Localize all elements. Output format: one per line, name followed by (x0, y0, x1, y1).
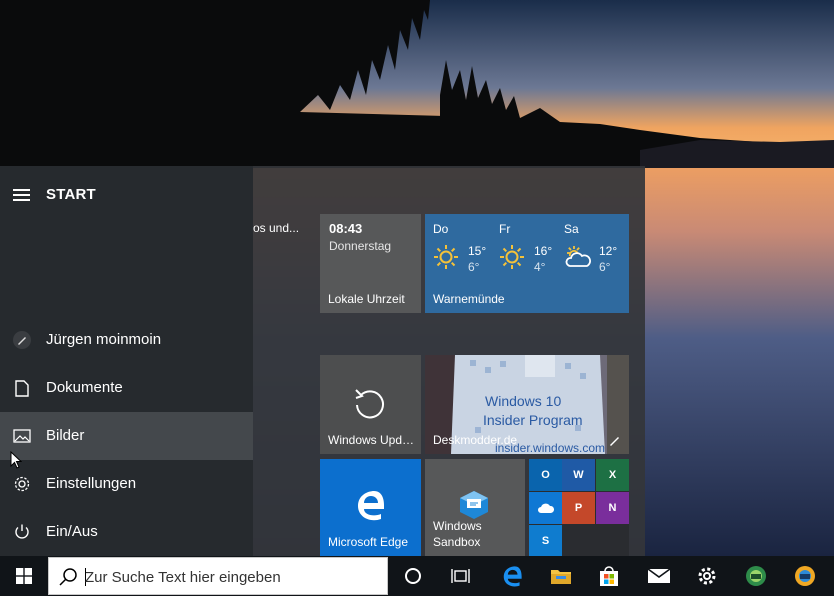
clock-time: 08:43 (329, 221, 363, 236)
skype-icon[interactable]: S (529, 525, 562, 556)
office-app-letter: O (541, 469, 550, 481)
outlook-icon[interactable]: O (529, 459, 562, 491)
edge-dev-icon[interactable] (732, 556, 780, 596)
word-icon[interactable]: W (562, 459, 595, 491)
office-app-letter: N (608, 502, 617, 514)
rail-item-documents[interactable]: Dokumente (0, 364, 253, 412)
weather-high: 12° (599, 244, 618, 258)
rail-item-label: Einstellungen (46, 475, 137, 492)
weather-day-name: Fr (499, 222, 511, 236)
tile-label: Windows (433, 519, 482, 533)
document-icon (12, 378, 32, 398)
tile-windows-update[interactable]: Windows Upd… (320, 355, 421, 454)
tile-label: Lokale Uhrzeit (328, 292, 405, 306)
power-icon (12, 522, 32, 542)
pen-icon (610, 437, 619, 446)
file-explorer-icon[interactable] (537, 556, 585, 596)
onenote-icon[interactable]: N (596, 492, 629, 524)
tile-deskmodder[interactable]: Windows 10 Insider Program insider.windo… (425, 355, 629, 454)
rail-item-label: Ein/Aus (46, 523, 98, 540)
weather-high: 16° (534, 244, 553, 258)
photo-text: Windows 10 (485, 393, 562, 409)
taskbar (0, 556, 834, 596)
gear-icon (12, 474, 32, 494)
powerpoint-icon[interactable]: P (562, 492, 595, 524)
pictures-icon (12, 426, 32, 446)
rail-item-settings[interactable]: Einstellungen (0, 460, 253, 508)
tile-label: Sandbox (433, 535, 481, 549)
rail-item-pictures[interactable]: Bilder (0, 412, 253, 460)
office-app-letter: W (573, 469, 584, 481)
tile-label: Windows Upd… (328, 433, 415, 447)
weather-low: 6° (599, 260, 611, 274)
windows-start-icon[interactable] (0, 556, 48, 596)
mail-icon[interactable] (635, 556, 683, 596)
search-box[interactable] (48, 557, 388, 595)
sandbox-icon (460, 491, 488, 519)
rail-item-label: Bilder (46, 427, 85, 444)
tile-microsoft-edge[interactable]: Microsoft Edge (320, 459, 421, 556)
weather-day-name: Sa (564, 222, 579, 236)
mouse-cursor-icon (10, 451, 22, 469)
app-list-partial-text: os und... (253, 221, 300, 235)
refresh-icon (355, 389, 384, 419)
weather-high: 15° (468, 244, 487, 258)
tile-weather[interactable]: Do 15° 6° Fr 16° 4° Sa 12° 6° Warnemünde (425, 214, 629, 313)
edge-icon (358, 491, 384, 521)
tile-label: Microsoft Edge (328, 535, 409, 549)
office-app-letter: S (541, 535, 550, 547)
rail-item-user[interactable]: Jürgen moinmoin (0, 316, 253, 364)
office-app-letter: X (608, 469, 617, 481)
start-title: START (46, 186, 96, 203)
rail-item-label: Jürgen moinmoin (46, 331, 162, 348)
start-menu-rail: START Jürgen moinmoin Dokumente Bilder E… (0, 166, 253, 556)
sun-icon (434, 245, 458, 269)
task-view-icon[interactable] (437, 556, 485, 596)
partly-cloudy-icon (565, 246, 591, 267)
rail-item-power[interactable]: Ein/Aus (0, 508, 253, 556)
rail-header: START (0, 166, 253, 224)
user-avatar-icon (12, 330, 32, 350)
office-app-letter: P (574, 502, 583, 514)
clock-day: Donnerstag (329, 239, 392, 253)
onedrive-icon[interactable] (529, 492, 562, 524)
search-icon (59, 568, 77, 586)
tile-office-group[interactable]: O W X P N S (529, 459, 629, 556)
settings-icon[interactable] (683, 556, 731, 596)
tile-windows-sandbox[interactable]: Windows Sandbox (425, 459, 525, 556)
store-icon[interactable] (585, 556, 633, 596)
excel-icon[interactable]: X (596, 459, 629, 491)
cortana-icon[interactable] (389, 556, 437, 596)
weather-day-name: Do (433, 222, 449, 236)
weather-low: 6° (468, 260, 480, 274)
weather-low: 4° (534, 260, 546, 274)
sun-icon (500, 245, 524, 269)
tile-local-time[interactable]: 08:43 Donnerstag Lokale Uhrzeit (320, 214, 421, 313)
rail-item-label: Dokumente (46, 379, 123, 396)
edge-canary-icon[interactable] (781, 556, 829, 596)
edge-icon[interactable] (488, 556, 536, 596)
search-input[interactable] (85, 566, 375, 588)
tile-label: Deskmodder.de (433, 433, 518, 447)
photo-text: Insider Program (483, 412, 583, 428)
hamburger-menu-icon[interactable] (13, 189, 30, 201)
tile-label: Warnemünde (433, 292, 505, 306)
